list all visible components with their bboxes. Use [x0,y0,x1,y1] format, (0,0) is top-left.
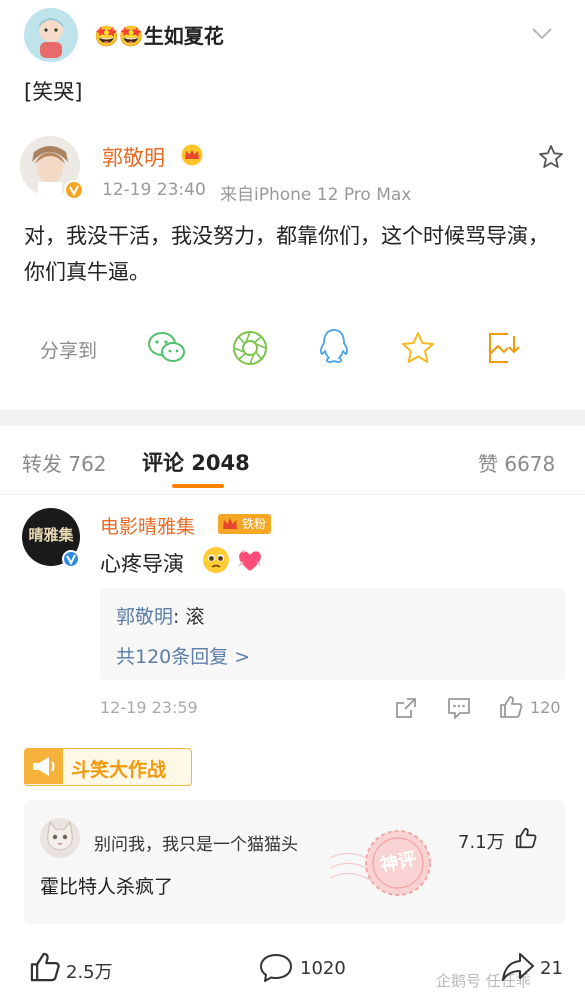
comment-time: 12-19 23:59 [100,698,198,717]
pleading-face-icon [202,546,230,574]
god-stamp: 神评 [330,818,470,908]
repost-user-avatar[interactable] [24,8,78,62]
chevron-down-icon[interactable] [530,26,554,42]
post-content: 对，我没干活，我没努力，都靠你们，这个时候骂导演，你们真牛逼。 [24,224,549,284]
footer-like-icon[interactable] [28,950,62,984]
footer-share-icon[interactable] [500,950,536,984]
footer-comment-count: 1020 [300,958,346,979]
reply-comment-icon[interactable] [446,696,472,720]
favorite-star-icon[interactable] [400,330,436,366]
reply-author[interactable]: 郭敬明 [116,602,173,629]
fan-crown-icon [223,518,237,529]
comment-like-count: 120 [530,698,561,717]
tab-repost[interactable]: 转发 762 [22,448,107,477]
event-label: 斗笑大作战 [71,759,167,781]
share-comment-icon[interactable] [394,696,418,720]
tab-active-indicator [172,484,224,488]
event-badge[interactable]: 斗笑大作战 [24,748,192,786]
footer-like-count: 2.5万 [66,962,113,983]
footer-comment-icon[interactable] [258,952,294,984]
author-name[interactable]: 郭敬明 [102,142,165,172]
god-comment-card[interactable] [24,800,565,924]
post-source: 来自iPhone 12 Pro Max [220,185,412,205]
star-favorite-icon[interactable] [538,144,564,170]
verified-gold-badge-icon [64,180,84,200]
megaphone-icon [25,749,63,784]
moments-icon[interactable] [232,330,268,366]
god-comment-likes: 7.1万 [458,832,505,853]
tab-likes[interactable]: 赞 6678 [478,448,555,477]
fan-badge: 铁粉 [218,514,272,534]
repost-user-name[interactable]: 🤩🤩生如夏花 [94,20,224,49]
commenter-avatar-text: 晴雅集 [28,526,74,544]
share-label: 分享到 [40,340,98,362]
god-commenter-name[interactable]: 别问我，我只是一个猫猫头 [94,830,298,855]
heart-gift-icon [236,546,264,574]
comment-text: 心疼导演 [100,552,184,576]
section-divider [0,410,585,426]
post-time: 12-19 23:40 [102,180,206,200]
tab-comments[interactable]: 评论 2048 [142,447,250,477]
repost-text: [笑哭] [24,80,83,104]
save-image-icon[interactable] [486,330,522,366]
tab-divider [0,494,585,495]
more-replies-link[interactable]: 共120条回复 > [116,642,250,669]
verified-blue-badge-icon [62,550,80,568]
fan-badge-label: 铁粉 [242,517,267,531]
god-comment-text: 霍比特人杀疯了 [40,876,174,898]
wechat-icon[interactable] [147,330,187,366]
reply-text: : 滚 [173,606,205,628]
god-like-icon[interactable] [514,826,538,850]
crown-icon [180,144,204,166]
commenter-name[interactable]: 电影晴雅集 [100,512,195,539]
god-commenter-avatar[interactable] [40,818,80,858]
like-comment-icon[interactable] [498,694,524,720]
qq-icon[interactable] [318,328,350,366]
footer-share-count: 21 [540,958,563,979]
